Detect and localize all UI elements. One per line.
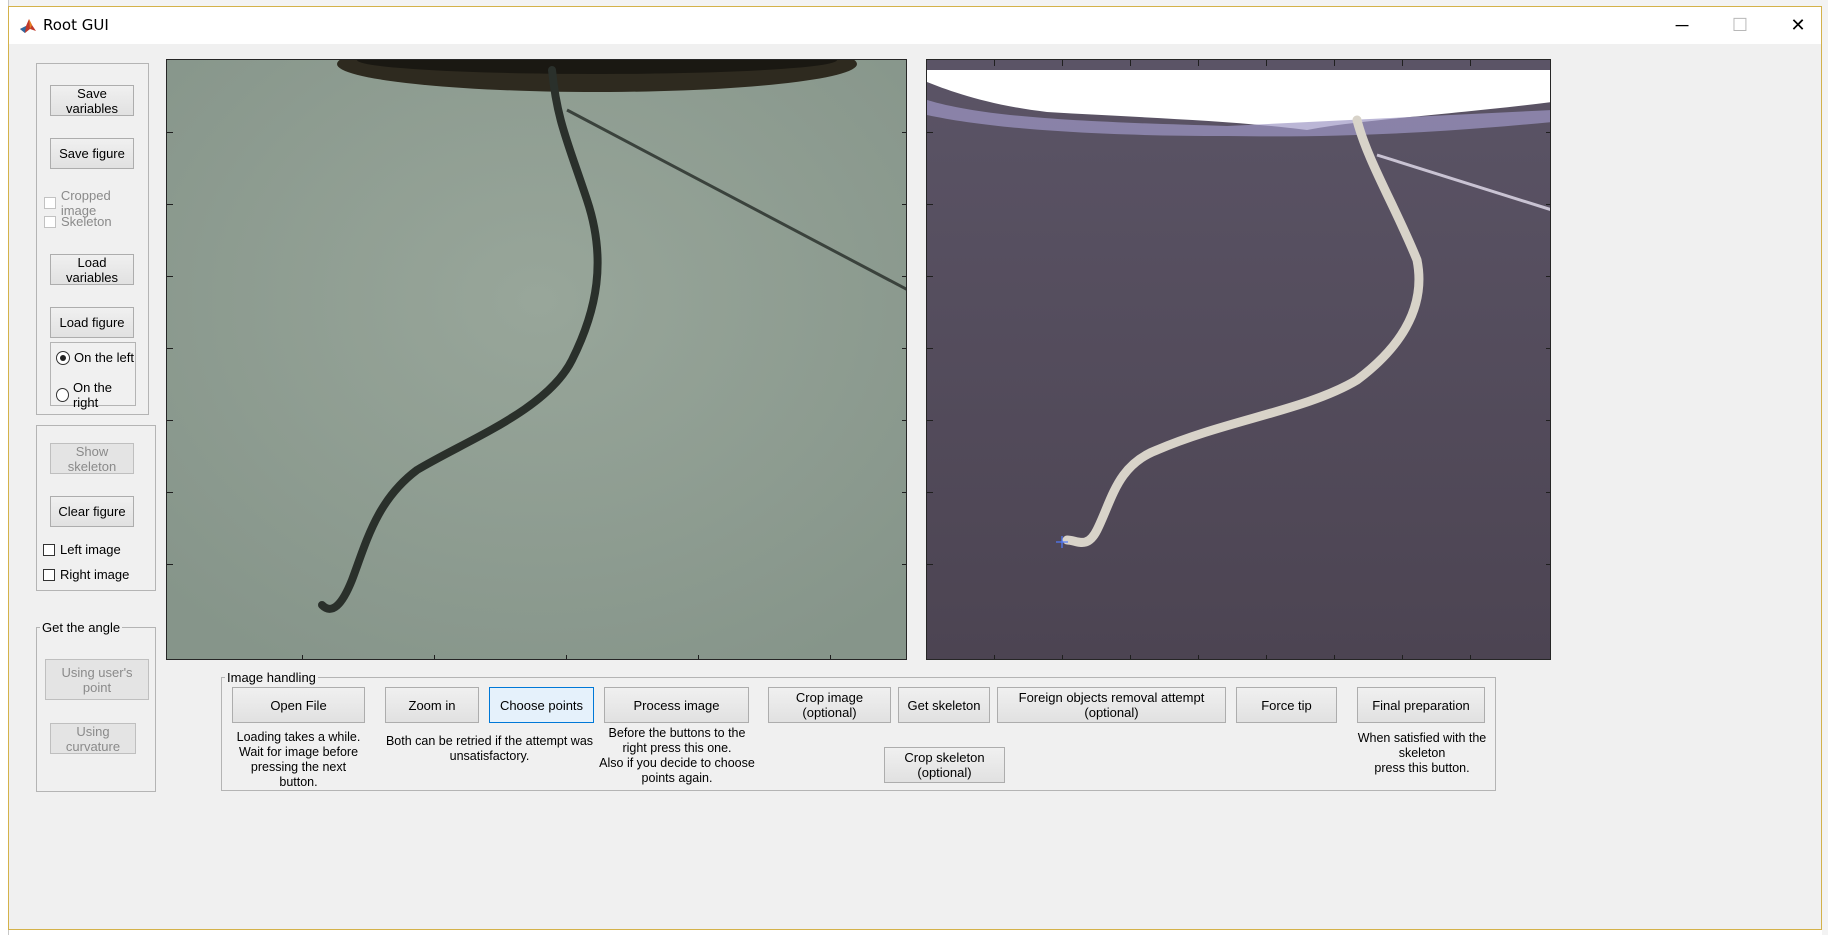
save-variables-button[interactable]: Save variables bbox=[50, 85, 134, 116]
save-figure-button[interactable]: Save figure bbox=[50, 138, 134, 169]
get-angle-title: Get the angle bbox=[40, 620, 123, 635]
minimize-button[interactable]: ─ bbox=[1653, 7, 1711, 44]
right-image-axes[interactable] bbox=[926, 59, 1551, 660]
on-the-left-radio[interactable]: On the left bbox=[56, 350, 134, 365]
radio-circle bbox=[56, 350, 70, 365]
skeleton-checkbox[interactable]: Skeleton bbox=[44, 214, 112, 229]
right-root-image bbox=[927, 60, 1550, 659]
matlab-logo-icon bbox=[19, 17, 37, 35]
foreign-objects-removal-button[interactable]: Foreign objects removal attempt (optiona… bbox=[997, 687, 1226, 723]
display-panel: Show skeleton Clear figure Left image Ri… bbox=[36, 425, 156, 591]
choose-points-button[interactable]: Choose points bbox=[489, 687, 594, 723]
left-root-image bbox=[167, 60, 906, 659]
get-skeleton-button[interactable]: Get skeleton bbox=[898, 687, 990, 723]
radio-circle bbox=[56, 388, 69, 402]
root-gui-window: Root GUI ─ ☐ ✕ Save variables Save figur… bbox=[8, 6, 1822, 930]
show-skeleton-button[interactable]: Show skeleton bbox=[50, 443, 134, 474]
final-preparation-button[interactable]: Final preparation bbox=[1357, 687, 1485, 723]
process-image-note: Before the buttons to the right press th… bbox=[599, 726, 755, 785]
using-curvature-button[interactable]: Using curvature bbox=[50, 723, 136, 754]
using-users-point-button[interactable]: Using user's point bbox=[45, 659, 149, 700]
force-tip-button[interactable]: Force tip bbox=[1236, 687, 1337, 723]
clear-figure-button[interactable]: Clear figure bbox=[50, 496, 134, 527]
close-button[interactable]: ✕ bbox=[1769, 7, 1827, 44]
checkbox-box bbox=[43, 543, 55, 556]
crop-image-button[interactable]: Crop image (optional) bbox=[768, 687, 891, 723]
position-radio-group: On the left On the right bbox=[50, 342, 136, 410]
on-the-right-label: On the right bbox=[72, 380, 112, 410]
retry-note: Both can be retried if the attempt was u… bbox=[385, 734, 594, 763]
final-preparation-note: When satisfied with the skeleton press t… bbox=[1357, 731, 1487, 775]
window-title: Root GUI bbox=[43, 16, 109, 34]
get-angle-panel: Get the angle Using user's point Using c… bbox=[36, 620, 156, 792]
image-handling-title: Image handling bbox=[225, 670, 318, 685]
open-file-button[interactable]: Open File bbox=[232, 687, 365, 723]
load-variables-button[interactable]: Load variables bbox=[50, 254, 134, 285]
background-app-edge-right bbox=[1822, 0, 1828, 935]
crop-skeleton-button[interactable]: Crop skeleton (optional) bbox=[884, 747, 1005, 783]
maximize-button[interactable]: ☐ bbox=[1711, 7, 1769, 44]
title-bar[interactable]: Root GUI ─ ☐ ✕ bbox=[9, 7, 1821, 44]
on-the-right-radio[interactable]: On the right bbox=[56, 380, 135, 410]
right-image-label: Right image bbox=[60, 567, 130, 582]
skeleton-label: Skeleton bbox=[61, 214, 112, 229]
checkbox-box bbox=[44, 197, 56, 209]
checkbox-box bbox=[44, 215, 56, 228]
checkbox-box bbox=[43, 568, 55, 581]
zoom-in-button[interactable]: Zoom in bbox=[385, 687, 479, 723]
image-handling-panel: Image handling Open File Zoom in Choose … bbox=[221, 670, 1496, 791]
right-image-checkbox[interactable]: Right image bbox=[43, 567, 129, 582]
left-image-axes[interactable] bbox=[166, 59, 907, 660]
left-image-checkbox[interactable]: Left image bbox=[43, 542, 121, 557]
open-file-note: Loading takes a while. Wait for image be… bbox=[236, 730, 361, 789]
load-figure-button[interactable]: Load figure bbox=[50, 307, 134, 338]
save-load-panel: Save variables Save figure Cropped image… bbox=[36, 63, 149, 415]
process-image-button[interactable]: Process image bbox=[604, 687, 749, 723]
left-image-label: Left image bbox=[60, 542, 121, 557]
on-the-left-label: On the left bbox=[74, 350, 134, 365]
